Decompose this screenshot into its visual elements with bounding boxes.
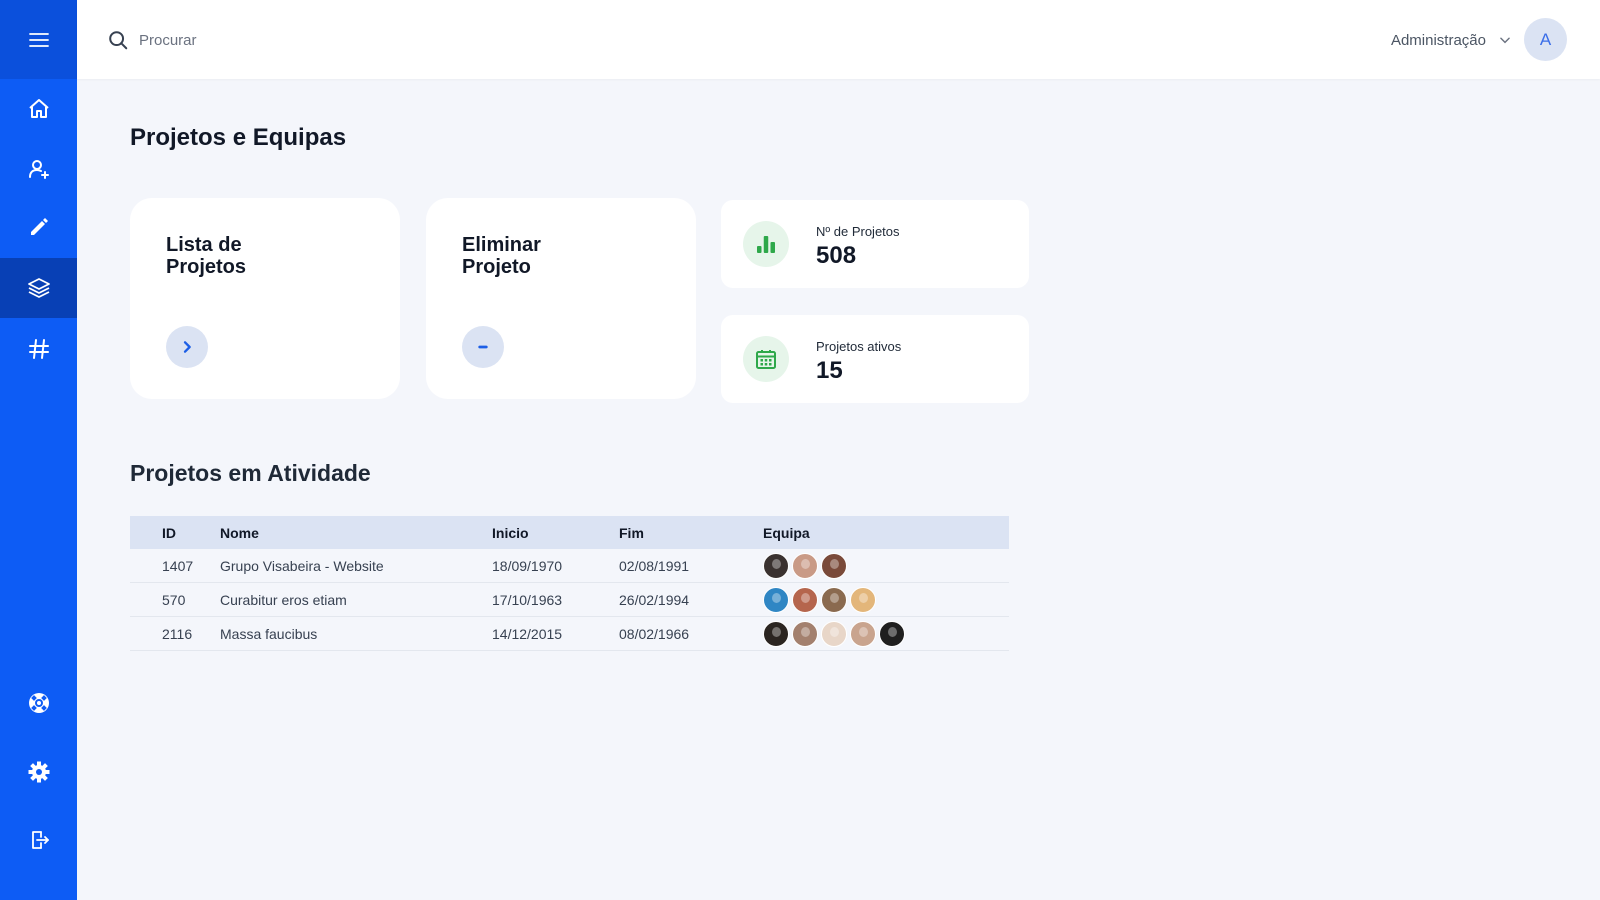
team-member-avatar[interactable] bbox=[792, 586, 818, 613]
cell-inicio: 18/09/1970 bbox=[492, 557, 563, 574]
admin-dropdown-label: Administração bbox=[1390, 31, 1486, 49]
stat-active-label: Projetos ativos bbox=[816, 339, 902, 354]
stat-active-icon-wrap bbox=[743, 336, 789, 382]
chevron-down-icon bbox=[1500, 37, 1510, 44]
sidebar-item-logout[interactable] bbox=[0, 810, 77, 870]
sidebar-item-support[interactable] bbox=[0, 673, 77, 733]
layers-icon bbox=[27, 278, 50, 298]
minus-icon bbox=[478, 345, 488, 349]
sidebar-item-edit[interactable] bbox=[0, 197, 77, 257]
table-row[interactable]: 2116 Massa faucibus 14/12/2015 08/02/196… bbox=[130, 617, 1009, 651]
topbar: Administração A bbox=[77, 0, 1600, 79]
user-avatar[interactable]: A bbox=[1524, 18, 1567, 61]
cell-inicio: 17/10/1963 bbox=[492, 591, 563, 608]
table-header: ID Nome Inicio Fim Equipa bbox=[130, 516, 1009, 549]
team-member-avatar[interactable] bbox=[821, 552, 847, 579]
team-member-avatar[interactable] bbox=[763, 586, 789, 613]
sidebar-item-tags[interactable] bbox=[0, 319, 77, 379]
column-header-nome: Nome bbox=[220, 524, 259, 541]
logout-icon bbox=[31, 831, 49, 849]
stat-total-icon-wrap bbox=[743, 221, 789, 267]
delete-project-card-title: Eliminar Projeto bbox=[462, 234, 541, 278]
team-member-avatar[interactable] bbox=[763, 552, 789, 579]
stat-total-label: Nº de Projetos bbox=[816, 224, 900, 239]
cell-fim: 02/08/1991 bbox=[619, 557, 690, 574]
stat-active-value: 15 bbox=[816, 357, 843, 384]
lifebuoy-icon bbox=[28, 693, 49, 713]
add-user-icon bbox=[28, 160, 49, 179]
cell-nome: Curabitur eros etiam bbox=[220, 591, 347, 608]
cell-equipa bbox=[763, 586, 1009, 613]
team-member-avatar[interactable] bbox=[850, 586, 876, 613]
column-header-fim: Fim bbox=[619, 524, 644, 541]
team-member-avatar[interactable] bbox=[850, 620, 876, 647]
column-header-equipa: Equipa bbox=[763, 524, 810, 541]
project-list-open-button[interactable] bbox=[166, 326, 208, 368]
stat-total-projects: Nº de Projetos 508 bbox=[721, 200, 1029, 288]
section-title: Projetos em Atividade bbox=[130, 460, 371, 486]
team-member-avatar[interactable] bbox=[792, 552, 818, 579]
cell-fim: 08/02/1966 bbox=[619, 625, 690, 642]
cell-id: 570 bbox=[162, 591, 186, 608]
sidebar-item-projects[interactable] bbox=[0, 258, 77, 318]
table-row[interactable]: 570 Curabitur eros etiam 17/10/1963 26/0… bbox=[130, 583, 1009, 617]
team-member-avatar[interactable] bbox=[792, 620, 818, 647]
team-member-avatar[interactable] bbox=[879, 620, 905, 647]
chevron-right-icon bbox=[183, 341, 191, 353]
cell-inicio: 14/12/2015 bbox=[492, 625, 563, 642]
stat-total-value: 508 bbox=[816, 242, 857, 269]
active-projects-table: ID Nome Inicio Fim Equipa 1407 Grupo Vis… bbox=[130, 516, 1009, 651]
page-title: Projetos e Equipas bbox=[130, 124, 347, 151]
gear-icon bbox=[28, 761, 49, 783]
bar-chart-icon bbox=[757, 236, 775, 253]
team-member-avatar[interactable] bbox=[763, 620, 789, 647]
column-header-id: ID bbox=[162, 524, 176, 541]
cell-id: 1407 bbox=[162, 557, 194, 574]
cell-nome: Massa faucibus bbox=[220, 625, 318, 642]
search-icon bbox=[109, 31, 128, 50]
column-header-inicio: Inicio bbox=[492, 524, 529, 541]
cell-id: 2116 bbox=[162, 625, 193, 642]
hamburger-icon bbox=[28, 32, 49, 47]
cell-nome: Grupo Visabeira - Website bbox=[220, 557, 384, 574]
hashtag-icon bbox=[28, 339, 49, 359]
calendar-icon bbox=[756, 350, 776, 369]
cell-equipa bbox=[763, 552, 1009, 579]
stat-active-projects: Projetos ativos 15 bbox=[721, 315, 1029, 403]
sidebar-item-add-user[interactable] bbox=[0, 139, 77, 199]
admin-dropdown[interactable]: Administração bbox=[1391, 24, 1512, 56]
project-list-card[interactable]: Lista de Projetos bbox=[130, 198, 400, 399]
delete-project-button[interactable] bbox=[462, 326, 504, 368]
cell-fim: 26/02/1994 bbox=[619, 591, 690, 608]
table-row[interactable]: 1407 Grupo Visabeira - Website 18/09/197… bbox=[130, 549, 1009, 583]
sidebar-item-home[interactable] bbox=[0, 79, 77, 139]
delete-project-card[interactable]: Eliminar Projeto bbox=[426, 198, 696, 399]
pencil-icon bbox=[30, 218, 48, 235]
sidebar bbox=[0, 0, 77, 900]
team-member-avatar[interactable] bbox=[821, 586, 847, 613]
project-list-card-title: Lista de Projetos bbox=[166, 234, 247, 278]
search-input[interactable] bbox=[139, 24, 539, 56]
cell-equipa bbox=[763, 620, 1009, 647]
home-icon bbox=[28, 99, 49, 118]
team-member-avatar[interactable] bbox=[821, 620, 847, 647]
sidebar-item-settings[interactable] bbox=[0, 742, 77, 802]
menu-toggle-button[interactable] bbox=[0, 0, 77, 79]
